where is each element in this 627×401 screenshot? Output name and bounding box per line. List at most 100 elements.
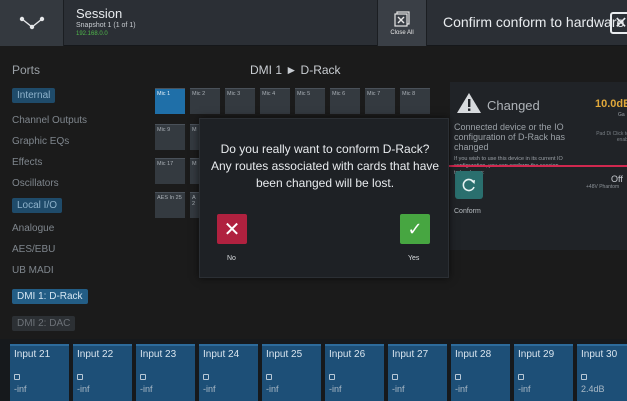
pad-label[interactable]: Pad Di Click to enabl <box>584 131 627 143</box>
port-chip[interactable]: Mic 7 <box>365 88 395 114</box>
port-category-item[interactable]: Local I/O <box>12 198 63 213</box>
no-button[interactable]: ✕ <box>217 214 247 244</box>
input-name: Input 21 <box>14 349 51 360</box>
channel-icon <box>77 374 83 380</box>
input-name: Input 23 <box>140 349 177 360</box>
session-subtitle: 192.168.0.0 <box>76 31 108 37</box>
gain-label: Ga <box>618 112 625 118</box>
input-channel-card[interactable]: Input 27 -inf <box>388 344 447 401</box>
port-chip[interactable]: Mic 17 <box>155 158 185 184</box>
input-level: -inf <box>455 384 468 394</box>
no-label: No <box>227 255 236 262</box>
session-title: Session <box>76 6 123 21</box>
channel-icon <box>266 374 272 380</box>
input-channel-card[interactable]: Input 25 -inf <box>262 344 321 401</box>
port-category-item[interactable]: DMI 1: D-Rack <box>12 289 88 304</box>
input-channel-card[interactable]: Input 29 -inf <box>514 344 573 401</box>
channel-icon <box>14 374 20 380</box>
port-chip[interactable]: Mic 8 <box>400 88 430 114</box>
accent-divider <box>421 165 627 167</box>
ports-title: Ports <box>12 63 41 77</box>
phantom-value[interactable]: Off <box>611 174 623 184</box>
app-logo-button[interactable] <box>0 0 64 46</box>
input-name: Input 25 <box>266 349 303 360</box>
port-chip[interactable]: Mic 4 <box>260 88 290 114</box>
input-name: Input 30 <box>581 349 618 360</box>
input-name: Input 29 <box>518 349 555 360</box>
phantom-label: +48V Phantom <box>586 184 620 190</box>
changed-description: Connected device or the IO configuration… <box>454 122 566 152</box>
conform-label: Conform <box>454 208 481 215</box>
port-category-item[interactable]: Analogue <box>12 223 54 234</box>
input-name: Input 26 <box>329 349 366 360</box>
input-level: -inf <box>14 384 27 394</box>
port-chip[interactable]: AES In 25 <box>155 192 185 218</box>
warning-icon <box>457 93 481 113</box>
dialog-message: Do you really want to conform D-Rack? An… <box>200 141 450 192</box>
channel-icon <box>329 374 335 380</box>
confirm-dialog: Do you really want to conform D-Rack? An… <box>199 118 449 278</box>
close-all-button[interactable]: Close All <box>377 0 427 46</box>
input-name: Input 22 <box>77 349 114 360</box>
changed-status: Changed <box>487 98 540 113</box>
gain-value: 10.0dB <box>595 98 627 110</box>
channel-icon <box>581 374 587 380</box>
input-channel-card[interactable]: Input 22 -inf <box>73 344 132 401</box>
input-level: -inf <box>392 384 405 394</box>
close-panel-button[interactable]: ✕ <box>610 12 627 34</box>
input-channel-card[interactable]: Input 24 -inf <box>199 344 258 401</box>
input-channel-card[interactable]: Input 23 -inf <box>136 344 195 401</box>
conform-button[interactable] <box>455 171 483 199</box>
input-level: -inf <box>266 384 279 394</box>
network-logo-icon <box>19 16 44 30</box>
input-level: -inf <box>140 384 153 394</box>
port-chip[interactable]: Mic 6 <box>330 88 360 114</box>
close-icon: ✕ <box>614 15 627 32</box>
input-level: -inf <box>77 384 90 394</box>
close-all-label: Close All <box>390 29 414 36</box>
port-category-item[interactable]: AES/EBU <box>12 244 55 255</box>
port-category-item[interactable]: UB MADI <box>12 265 54 276</box>
input-name: Input 27 <box>392 349 429 360</box>
dialog-message-line-2: Any routes associated with cards that ha… <box>210 159 440 173</box>
yes-label: Yes <box>408 255 420 262</box>
input-level: -inf <box>518 384 531 394</box>
channel-icon <box>140 374 146 380</box>
close-icon: ✕ <box>223 218 241 241</box>
input-channel-card[interactable]: Input 30 2.4dB <box>577 344 627 401</box>
dialog-message-line-3: been changed will be lost. <box>255 176 395 190</box>
channel-icon <box>203 374 209 380</box>
port-chip[interactable]: Mic 9 <box>155 124 185 150</box>
refresh-icon <box>462 178 475 192</box>
session-info[interactable]: Session Snapshot 1 (1 of 1) 192.168.0.0 <box>76 7 136 38</box>
port-category-item[interactable]: Oscillators <box>12 178 59 189</box>
top-bar: Session Snapshot 1 (1 of 1) 192.168.0.0 … <box>0 0 627 46</box>
port-chip[interactable]: Mic 3 <box>225 88 255 114</box>
input-name: Input 24 <box>203 349 240 360</box>
port-chip[interactable]: Mic 2 <box>190 88 220 114</box>
channel-icon <box>518 374 524 380</box>
snapshot-label: Snapshot 1 (1 of 1) <box>76 22 136 29</box>
dmi-breadcrumb: DMI 1 ► D-Rack <box>250 63 341 77</box>
confirm-panel-title: Confirm conform to hardware <box>443 14 625 30</box>
dialog-message-line-1: Do you really want to conform D-Rack? <box>220 142 430 156</box>
port-category-item[interactable]: Effects <box>12 157 42 168</box>
channel-icon <box>455 374 461 380</box>
close-all-icon <box>394 10 410 27</box>
input-name: Input 28 <box>455 349 492 360</box>
port-category-item[interactable]: Channel Outputs <box>12 115 87 126</box>
port-category-item[interactable]: Graphic EQs <box>12 136 69 147</box>
channel-icon <box>392 374 398 380</box>
input-level: 2.4dB <box>581 384 605 394</box>
port-chip[interactable]: Mic 1 <box>155 88 185 114</box>
input-level: -inf <box>203 384 216 394</box>
input-channel-card[interactable]: Input 21 -inf <box>10 344 69 401</box>
port-category-item[interactable]: Internal <box>12 88 56 103</box>
input-level: -inf <box>329 384 342 394</box>
yes-button[interactable]: ✓ <box>400 214 430 244</box>
port-category-item[interactable]: DMI 2: DAC <box>12 316 76 331</box>
input-channel-card[interactable]: Input 28 -inf <box>451 344 510 401</box>
port-chip[interactable]: Mic 5 <box>295 88 325 114</box>
checkmark-icon: ✓ <box>407 218 423 239</box>
input-channel-card[interactable]: Input 26 -inf <box>325 344 384 401</box>
